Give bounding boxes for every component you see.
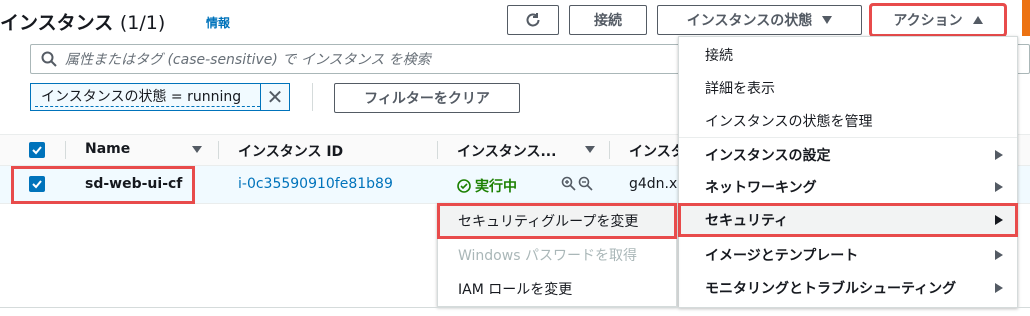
refresh-button[interactable] xyxy=(507,5,559,35)
column-divider xyxy=(437,141,438,159)
check-circle-icon xyxy=(457,179,471,193)
filter-chip: インスタンスの状態 = running ✕ xyxy=(30,83,290,111)
instance-state-button[interactable]: インスタンスの状態 xyxy=(657,5,862,35)
submenu-item-change-security-groups[interactable]: セキュリティグループを変更 xyxy=(437,203,677,239)
filter-chip-text: インスタンスの状態 = running xyxy=(35,88,260,107)
chevron-right-icon xyxy=(995,182,1003,192)
instance-state-status: 実行中 xyxy=(457,176,517,196)
column-header-instance-state[interactable]: インスタンス... xyxy=(457,141,556,161)
caret-up-icon xyxy=(972,16,983,24)
column-header-name[interactable]: Name xyxy=(85,141,130,157)
status-text: 実行中 xyxy=(475,179,517,195)
divider xyxy=(312,83,313,111)
instance-id-link[interactable]: i-0c35590910fe81b89 xyxy=(238,176,393,192)
checkmark-icon xyxy=(32,146,42,155)
menu-item-label: ネットワーキング xyxy=(705,180,817,196)
instance-count: (1/1) xyxy=(119,12,166,34)
submenu-item-label: セキュリティグループを変更 xyxy=(458,214,639,230)
launch-button-edge[interactable] xyxy=(1022,0,1030,36)
submenu-item-get-windows-password: Windows パスワードを取得 xyxy=(438,238,676,272)
menu-item-label: イメージとテンプレート xyxy=(705,248,859,264)
menu-item-label: インスタンスの状態を管理 xyxy=(705,114,873,130)
menu-divider xyxy=(679,137,1017,138)
refresh-icon xyxy=(524,11,542,29)
column-header-instance-type[interactable]: インスタ xyxy=(629,141,678,161)
menu-item-label: セキュリティ xyxy=(705,213,789,229)
page-title: インスタンス (1/1) xyxy=(0,8,165,35)
clear-filters-button[interactable]: フィルターをクリア xyxy=(334,83,520,113)
menu-item-label: 接続 xyxy=(705,48,733,64)
submenu-item-label: IAM ロールを変更 xyxy=(458,282,573,298)
connect-button[interactable]: 接続 xyxy=(569,5,647,35)
zoom-out-icon[interactable] xyxy=(578,176,593,191)
sort-caret-icon[interactable] xyxy=(192,146,202,153)
column-divider xyxy=(218,141,219,159)
menu-item-networking[interactable]: ネットワーキング xyxy=(679,171,1017,203)
zoom-in-icon[interactable] xyxy=(561,176,576,191)
column-divider xyxy=(609,141,610,159)
column-header-instance-id[interactable]: インスタンス ID xyxy=(238,141,343,161)
menu-item-connect[interactable]: 接続 xyxy=(679,39,1017,71)
menu-item-manage-state[interactable]: インスタンスの状態を管理 xyxy=(679,105,1017,137)
menu-item-label: モニタリングとトラブルシューティング xyxy=(705,281,957,297)
sort-caret-icon[interactable] xyxy=(585,146,595,153)
chevron-right-icon xyxy=(995,215,1003,225)
actions-menu: 接続 詳細を表示 インスタンスの状態を管理 インスタンスの設定 ネットワーキング… xyxy=(678,36,1018,308)
chevron-right-icon xyxy=(995,250,1003,260)
menu-item-security[interactable]: セキュリティ xyxy=(678,203,1018,237)
info-link[interactable]: 情報 xyxy=(206,14,230,31)
chevron-right-icon xyxy=(995,283,1003,293)
caret-down-icon xyxy=(822,16,833,24)
divider xyxy=(0,307,1030,308)
chevron-right-icon xyxy=(995,150,1003,160)
menu-item-images-templates[interactable]: イメージとテンプレート xyxy=(679,239,1017,271)
actions-label: アクション xyxy=(893,13,963,29)
search-placeholder: 属性またはタグ (case-sensitive) で インスタンス を検索 xyxy=(65,52,431,68)
instance-state-label: インスタンスの状態 xyxy=(686,13,813,29)
zoom-controls xyxy=(561,176,593,191)
menu-item-label: インスタンスの設定 xyxy=(705,148,831,164)
menu-item-instance-settings[interactable]: インスタンスの設定 xyxy=(679,139,1017,171)
menu-item-view-details[interactable]: 詳細を表示 xyxy=(679,72,1017,104)
submenu-item-label: Windows パスワードを取得 xyxy=(458,248,637,264)
row-highlight-box xyxy=(11,166,195,204)
search-icon xyxy=(41,51,57,67)
submenu-item-modify-iam-role[interactable]: IAM ロールを変更 xyxy=(438,272,676,306)
column-divider xyxy=(65,141,66,159)
security-submenu: セキュリティグループを変更 Windows パスワードを取得 IAM ロールを変… xyxy=(437,203,677,307)
close-icon[interactable]: ✕ xyxy=(260,84,289,110)
instance-type: g4dn.xl xyxy=(629,176,678,192)
menu-item-label: 詳細を表示 xyxy=(705,81,775,97)
actions-button[interactable]: アクション xyxy=(869,3,1007,37)
menu-item-monitoring[interactable]: モニタリングとトラブルシューティング xyxy=(679,272,1017,304)
page-title-text: インスタンス xyxy=(0,12,114,34)
select-all-checkbox[interactable] xyxy=(29,142,45,158)
